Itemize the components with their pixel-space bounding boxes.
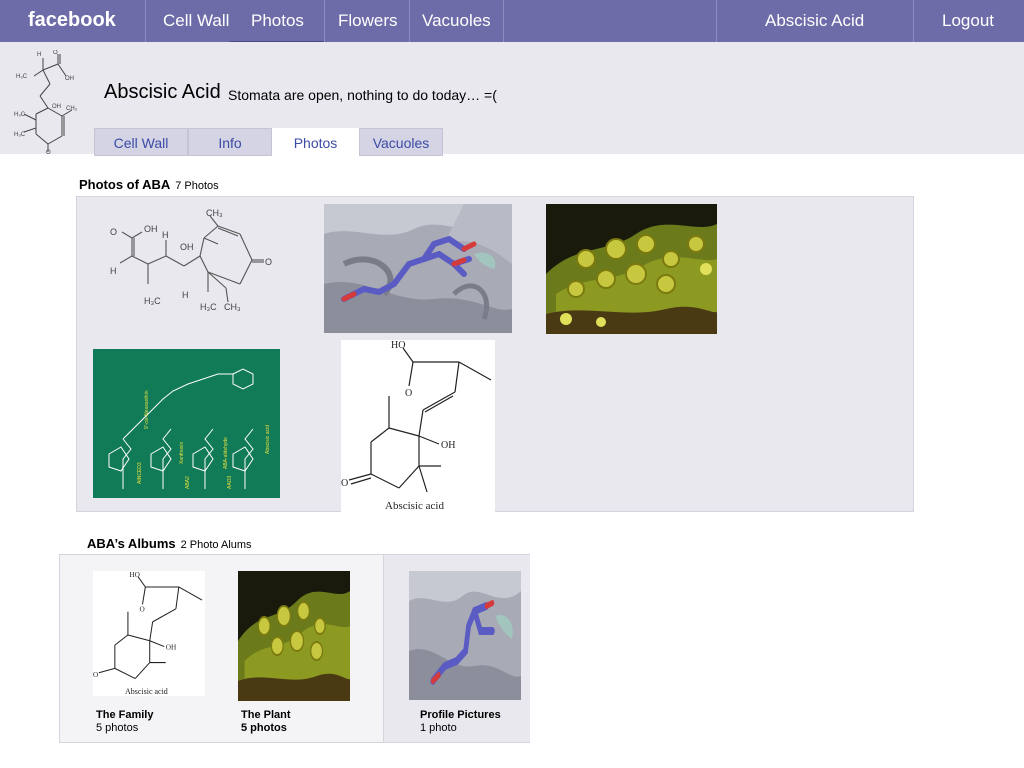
logout-link[interactable]: Logout: [942, 0, 994, 42]
svg-text:CH₃: CH₃: [66, 106, 78, 112]
photo-abscisic-acid-diagram[interactable]: HO O OH O Abscisic acid: [341, 340, 495, 512]
pathway-label-xanthoxin: Xanthoxin: [179, 442, 185, 464]
albums-title[interactable]: ABA’s Albums: [87, 536, 176, 551]
nav-separator: [716, 0, 717, 42]
album-cover-profile-pictures[interactable]: [409, 571, 521, 700]
album-title-the-plant[interactable]: The Plant: [241, 709, 291, 721]
nav-flowers[interactable]: Flowers: [338, 0, 398, 42]
photo-aba-structure[interactable]: O OH H H₃C H OH H H₃C CH₃ CH₃ O: [100, 208, 280, 318]
svg-text:OH: OH: [441, 440, 455, 451]
album-title-profile-pictures[interactable]: Profile Pictures: [420, 709, 501, 721]
top-navigation-bar: facebook Cell Wall Photos Flowers Vacuol…: [0, 0, 1024, 43]
pathway-label-abscisic-acid: Abscisic acid: [265, 425, 271, 454]
pathway-label-aba2: ABA2: [185, 476, 191, 489]
svg-text:H: H: [182, 290, 189, 300]
profile-avatar[interactable]: H O OH H₃C OH H₃C H₃C CH₃ O: [10, 50, 80, 154]
album-count-the-plant: 5 photos: [241, 722, 287, 734]
svg-text:OH: OH: [65, 76, 74, 82]
svg-text:CH₃: CH₃: [224, 302, 241, 312]
album-cover-the-plant[interactable]: [238, 571, 350, 701]
svg-text:O: O: [341, 478, 348, 489]
nav-separator: [913, 0, 914, 42]
album-cover-the-family[interactable]: HO O OH O Abscisic acid: [93, 571, 205, 696]
svg-text:O: O: [405, 388, 412, 399]
svg-text:OH: OH: [180, 242, 194, 252]
tab-cell-wall[interactable]: Cell Wall: [94, 128, 188, 156]
photo-aba-plant[interactable]: [546, 204, 717, 334]
nav-separator: [145, 0, 146, 42]
svg-text:H₃C: H₃C: [144, 296, 161, 306]
photo-caption-abscisic-acid: Abscisic acid: [385, 500, 444, 512]
photo-aba-protein[interactable]: [324, 204, 512, 333]
pathway-label-aao3: AAO3: [227, 475, 233, 489]
tab-info[interactable]: Info: [188, 128, 272, 156]
svg-text:OH: OH: [166, 643, 177, 651]
album-count-profile-pictures: 1 photo: [420, 722, 457, 734]
svg-text:H₃C: H₃C: [14, 112, 26, 118]
nav-profile-link[interactable]: Abscisic Acid: [765, 0, 864, 42]
tab-photos[interactable]: Photos: [272, 128, 359, 156]
photos-title[interactable]: Photos of ABA: [79, 177, 170, 192]
svg-text:H₃C: H₃C: [16, 74, 28, 80]
svg-text:O: O: [140, 606, 145, 614]
svg-text:HO: HO: [391, 340, 405, 351]
album-caption-abscisic-acid: Abscisic acid: [125, 687, 168, 696]
nav-separator: [409, 0, 410, 42]
svg-text:O: O: [110, 227, 117, 237]
nav-separator: [324, 0, 325, 42]
albums-section-title: ABA’s Albums 2 Photo Alums: [87, 536, 252, 551]
svg-text:HO: HO: [129, 571, 139, 579]
svg-text:H₃C: H₃C: [200, 302, 217, 312]
album-title-the-family[interactable]: The Family: [96, 709, 153, 721]
svg-text:H: H: [162, 230, 169, 240]
photo-aba-pathway[interactable]: 9'-cis-Neoxanthin Xanthoxin ABA-aldehyde…: [93, 349, 280, 498]
pathway-label-atnced3: AtNCED3: [137, 462, 143, 484]
svg-text:O: O: [265, 257, 272, 267]
svg-text:CH₃: CH₃: [206, 208, 223, 218]
svg-text:OH: OH: [52, 104, 61, 110]
nav-cell-wall[interactable]: Cell Wall: [163, 0, 229, 42]
profile-name: Abscisic Acid: [104, 81, 221, 103]
svg-text:O: O: [53, 50, 58, 56]
svg-text:O: O: [46, 150, 51, 154]
facebook-logo[interactable]: facebook: [28, 9, 116, 32]
pathway-label-neoxanthin: 9'-cis-Neoxanthin: [144, 390, 150, 429]
albums-count: 2 Photo Alums: [180, 539, 252, 551]
svg-text:H: H: [110, 266, 117, 276]
profile-status: Stomata are open, nothing to do today… =…: [228, 87, 497, 103]
pathway-label-aba-aldehyde: ABA-aldehyde: [223, 437, 229, 469]
svg-text:O: O: [93, 671, 98, 679]
svg-text:OH: OH: [144, 224, 158, 234]
nav-photos[interactable]: Photos: [251, 0, 304, 42]
photos-count: 7 Photos: [175, 180, 219, 192]
photos-section-title: Photos of ABA 7 Photos: [79, 177, 219, 192]
svg-text:H₃C: H₃C: [14, 132, 26, 138]
tab-vacuoles[interactable]: Vacuoles: [359, 128, 443, 156]
svg-text:H: H: [37, 52, 41, 58]
nav-separator: [503, 0, 504, 42]
nav-vacuoles[interactable]: Vacuoles: [422, 0, 491, 42]
album-count-the-family: 5 photos: [96, 722, 139, 734]
